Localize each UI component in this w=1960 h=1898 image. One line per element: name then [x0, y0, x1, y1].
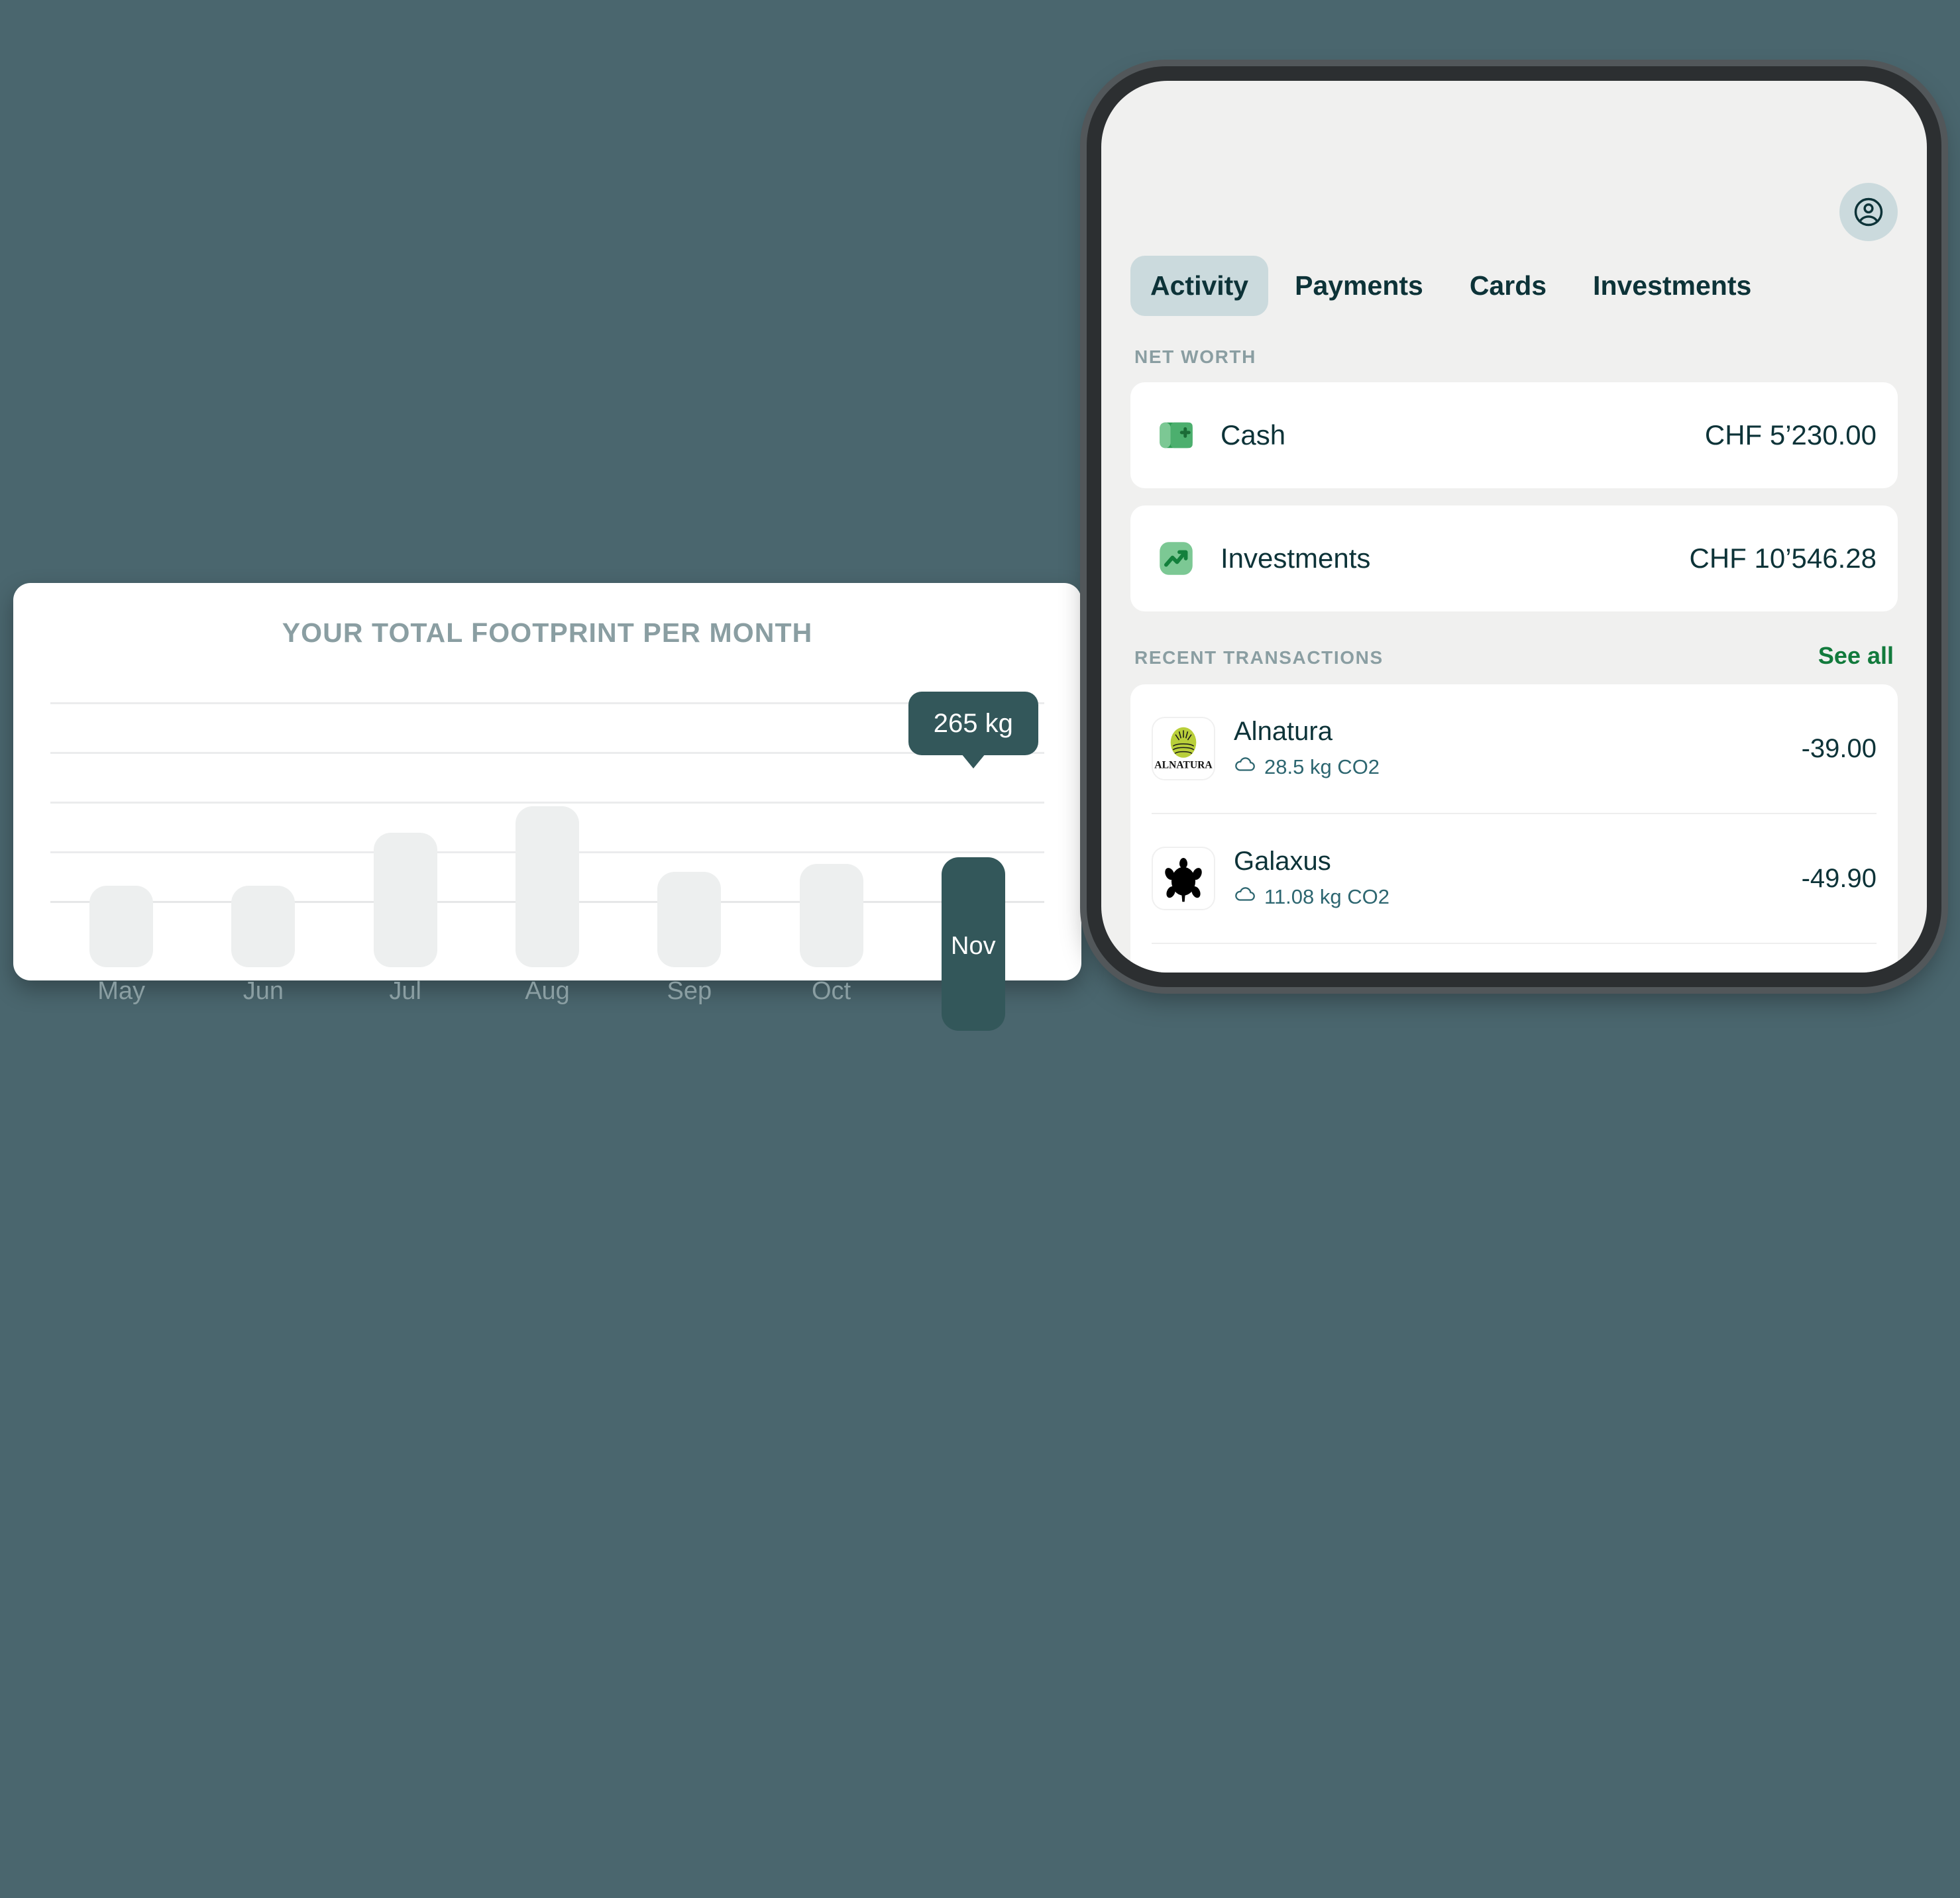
cash-wallet-icon	[1152, 411, 1201, 460]
tab-investments[interactable]: Investments	[1573, 256, 1771, 316]
net-worth-list: Cash CHF 5’230.00 Investments CHF 10’546.28	[1130, 382, 1898, 611]
chart-bar-column[interactable]: Aug	[501, 755, 594, 1005]
chart-bar[interactable]	[89, 885, 154, 967]
transaction-co2: 28.5 kg CO2	[1264, 755, 1380, 778]
net-worth-row[interactable]: Investments CHF 10’546.28	[1130, 505, 1898, 611]
chart-bar-column[interactable]: Nov	[927, 755, 1020, 1031]
chart-bar-column[interactable]: Oct	[785, 755, 878, 1005]
chart-x-tick-label: Sep	[667, 977, 712, 1005]
transaction-amount: -39.00	[1801, 733, 1877, 763]
chart-gridline	[50, 752, 1044, 754]
transaction-name: Galaxus	[1234, 846, 1331, 876]
chart-bar[interactable]	[231, 885, 296, 967]
transaction-name: Alnatura	[1234, 716, 1333, 746]
tab-cards[interactable]: Cards	[1450, 256, 1566, 316]
chart-bar-column[interactable]: Sep	[643, 755, 735, 1005]
net-worth-row-name: Investments	[1221, 543, 1371, 574]
footprint-chart-card: YOUR TOTAL FOOTPRINT PER MONTH May Jun Jul…	[13, 583, 1081, 1031]
chart-plot-area: May Jun Jul Aug Sep Oct Nov 265 kg	[13, 689, 1081, 1031]
net-worth-row-amount: CHF 5’230.00	[1704, 419, 1877, 450]
chart-bar[interactable]	[657, 871, 722, 967]
transaction-row[interactable]: ALNATURA Alnatura 28.5 kg CO2 -39.00	[1152, 684, 1877, 814]
transaction-row[interactable]: Salary5’150.00	[1152, 944, 1877, 973]
chart-x-tick-label: Aug	[525, 977, 570, 1005]
transaction-amount: -49.90	[1801, 863, 1877, 893]
recent-transactions-header: RECENT TRANSACTIONS See all	[1130, 642, 1898, 670]
phone-screen: Activity Payments Cards Investments NET WOR…	[1101, 81, 1927, 973]
user-circle-icon[interactable]	[1839, 183, 1898, 241]
galaxus-turtle-logo	[1152, 847, 1215, 910]
transactions-card: ALNATURA Alnatura 28.5 kg CO2 -39.00 Galaxus…	[1130, 684, 1898, 973]
net-worth-row-name: Cash	[1221, 419, 1286, 450]
chart-value-tooltip: 265 kg	[908, 692, 1038, 769]
chart-bar-column[interactable]: Jun	[217, 755, 309, 1005]
chart-gridline	[50, 702, 1044, 704]
trending-up-icon	[1152, 534, 1201, 583]
transaction-row[interactable]: Galaxus 11.08 kg CO2 -49.90	[1152, 814, 1877, 944]
chart-x-tick-label: May	[97, 977, 146, 1005]
cloud-icon	[1234, 753, 1256, 781]
phone-mockup: Activity Payments Cards Investments NET WOR…	[1087, 66, 1941, 987]
alnatura-logo: ALNATURA	[1152, 717, 1215, 780]
transaction-co2: 11.08 kg CO2	[1264, 884, 1389, 908]
chart-x-tick-label: Oct	[812, 977, 851, 1005]
svg-text:ALNATURA: ALNATURA	[1154, 759, 1213, 770]
chart-bar[interactable]	[799, 863, 863, 967]
chart-x-tick-label: Nov	[951, 932, 996, 960]
net-worth-label: NET WORTH	[1134, 346, 1256, 367]
net-worth-row[interactable]: Cash CHF 5’230.00	[1130, 382, 1898, 488]
cloud-icon	[1234, 883, 1256, 911]
net-worth-row-amount: CHF 10’546.28	[1689, 543, 1877, 574]
see-all-link[interactable]: See all	[1818, 642, 1894, 670]
chart-title: YOUR TOTAL FOOTPRINT PER MONTH	[282, 617, 813, 648]
tab-activity[interactable]: Activity	[1130, 256, 1269, 316]
chart-bar[interactable]	[373, 832, 437, 967]
tab-bar: Activity Payments Cards Investments	[1130, 256, 1898, 316]
header-bar	[1130, 81, 1898, 253]
chart-x-tick-label: Jun	[243, 977, 284, 1005]
chart-bar-column[interactable]: Jul	[359, 755, 452, 1005]
tab-payments[interactable]: Payments	[1275, 256, 1443, 316]
chart-bar-column[interactable]: May	[75, 755, 168, 1005]
chart-bar[interactable]	[516, 806, 579, 967]
recent-transactions-label: RECENT TRANSACTIONS	[1134, 647, 1384, 668]
chart-x-tick-label: Jul	[389, 977, 421, 1005]
